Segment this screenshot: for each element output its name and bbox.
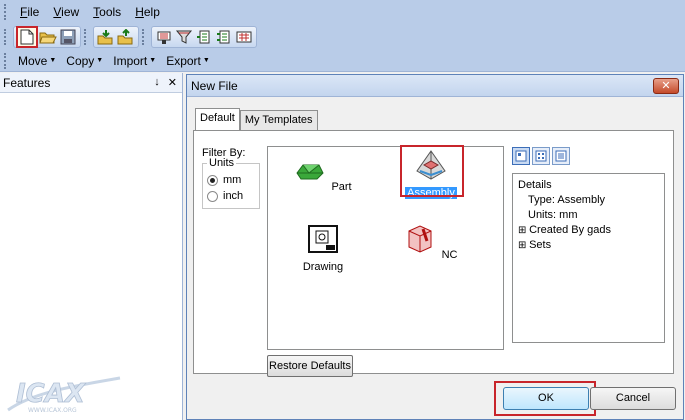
layer-tool-1-button[interactable] xyxy=(154,27,174,47)
file-type-part[interactable]: Part xyxy=(288,155,358,193)
details-pane: Details Type: Assembly Units: mm ⊞ Creat… xyxy=(512,173,665,343)
save-disk-icon xyxy=(60,29,76,45)
assembly-highlight-frame xyxy=(400,145,464,197)
chevron-down-icon: ▼ xyxy=(49,57,57,64)
layer-list-icon xyxy=(217,30,230,44)
dialog-title: New File xyxy=(191,78,238,93)
details-units: Units: mm xyxy=(528,209,578,221)
pin-icon[interactable]: ↓ xyxy=(154,76,160,89)
small-icons-view-icon xyxy=(535,150,547,162)
features-panel: Features ↓ ✕ xyxy=(0,73,183,420)
svg-text:ICAX: ICAX xyxy=(16,379,87,409)
menu-view[interactable]: View xyxy=(46,0,86,24)
file-type-drawing[interactable]: Drawing xyxy=(288,223,358,273)
layer-tool-5-button[interactable] xyxy=(234,27,254,47)
layer-toolbar-group xyxy=(151,26,257,48)
file-type-nc[interactable]: NC xyxy=(396,223,466,261)
move-dropdown[interactable]: Move ▼ xyxy=(13,54,61,68)
import-export-group xyxy=(93,26,139,48)
standard-toolbar xyxy=(0,24,685,50)
part-icon xyxy=(296,164,324,180)
toolbar-grip-2[interactable] xyxy=(84,29,87,45)
new-file-dialog: New File ✕ Default My Templates Filter B… xyxy=(186,74,684,420)
expand-icon[interactable]: ⊞ xyxy=(518,223,526,238)
units-mm-radio[interactable]: mm xyxy=(207,172,259,188)
layer-tool-4-button[interactable] xyxy=(214,27,234,47)
layer-tool-2-button[interactable] xyxy=(174,27,194,47)
export-dropdown[interactable]: Export ▼ xyxy=(161,54,215,68)
chevron-down-icon: ▼ xyxy=(96,57,104,64)
template-file-list: Part Assembly Drawing NC xyxy=(267,145,504,350)
save-file-button[interactable] xyxy=(58,27,78,47)
layer-grid-icon xyxy=(236,31,252,43)
copy-dropdown[interactable]: Copy ▼ xyxy=(61,54,108,68)
new-file-button[interactable] xyxy=(16,26,38,48)
details-sets[interactable]: ⊞ Sets xyxy=(518,238,659,253)
ok-button[interactable]: OK xyxy=(503,387,589,410)
details-label: Details xyxy=(518,179,552,191)
list-view-button[interactable] xyxy=(552,147,570,165)
drawing-icon xyxy=(308,225,338,253)
export-icon xyxy=(117,29,133,45)
units-legend: Units xyxy=(207,157,237,169)
large-icons-view-button[interactable] xyxy=(512,147,530,165)
menu-tools[interactable]: Tools xyxy=(86,0,128,24)
dialog-titlebar: New File ✕ xyxy=(187,75,683,97)
export-file-button[interactable] xyxy=(116,27,136,47)
import-file-button[interactable] xyxy=(96,27,116,47)
chevron-down-icon: ▼ xyxy=(149,57,157,64)
import-dropdown[interactable]: Import ▼ xyxy=(108,54,161,68)
toolbar-grip-3[interactable] xyxy=(142,29,145,45)
close-icon: ✕ xyxy=(661,80,671,92)
nc-icon xyxy=(408,225,432,253)
features-title: Features xyxy=(3,75,51,90)
toolbar2-grip[interactable] xyxy=(4,52,7,69)
units-inch-radio[interactable]: inch xyxy=(207,188,259,204)
tab-my-templates[interactable]: My Templates xyxy=(239,110,318,130)
restore-defaults-button[interactable]: Restore Defaults xyxy=(267,355,353,377)
icax-logo: ICAX WWW.ICAX.ORG xyxy=(7,376,121,414)
menu-grip[interactable] xyxy=(4,4,7,20)
expand-icon[interactable]: ⊞ xyxy=(518,238,526,253)
import-icon xyxy=(97,30,113,45)
default-tab-panel: Filter By: Units mm inch Part Assembly D… xyxy=(193,130,674,377)
layer-hat-icon xyxy=(157,31,171,44)
chevron-down-icon: ▼ xyxy=(202,57,210,64)
menu-bar: File View Tools Help xyxy=(0,0,685,24)
units-groupbox: Units mm inch xyxy=(202,157,260,209)
close-icon[interactable]: ✕ xyxy=(168,76,177,89)
list-view-icon xyxy=(555,150,567,162)
filter-section: Filter By: Units mm inch xyxy=(202,147,262,209)
details-created-by[interactable]: ⊞ Created By gads xyxy=(518,223,659,238)
view-mode-buttons xyxy=(512,147,570,165)
layer-tool-3-button[interactable] xyxy=(194,27,214,47)
radio-unchecked-icon xyxy=(207,190,218,202)
cancel-button[interactable]: Cancel xyxy=(590,387,676,410)
open-folder-icon xyxy=(39,32,57,44)
large-icons-view-icon xyxy=(515,150,527,162)
radio-checked-icon xyxy=(207,174,218,186)
details-type: Type: Assembly xyxy=(528,194,606,206)
svg-text:WWW.ICAX.ORG: WWW.ICAX.ORG xyxy=(28,407,77,414)
menu-file[interactable]: File xyxy=(13,0,46,24)
toolbar-grip[interactable] xyxy=(4,29,7,45)
small-icons-view-button[interactable] xyxy=(532,147,550,165)
dialog-close-button[interactable]: ✕ xyxy=(653,77,679,94)
tab-default[interactable]: Default xyxy=(195,108,240,130)
new-file-icon xyxy=(20,29,34,45)
dialog-tabs: Default My Templates xyxy=(195,108,318,130)
open-file-button[interactable] xyxy=(38,27,58,47)
layer-funnel-icon xyxy=(175,30,193,44)
menu-help[interactable]: Help xyxy=(128,0,167,24)
layer-stack-icon xyxy=(197,30,210,44)
file-toolbar-group xyxy=(13,26,81,48)
edit-toolbar: Move ▼ Copy ▼ Import ▼ Export ▼ xyxy=(0,50,685,72)
features-header: Features ↓ ✕ xyxy=(0,73,182,93)
